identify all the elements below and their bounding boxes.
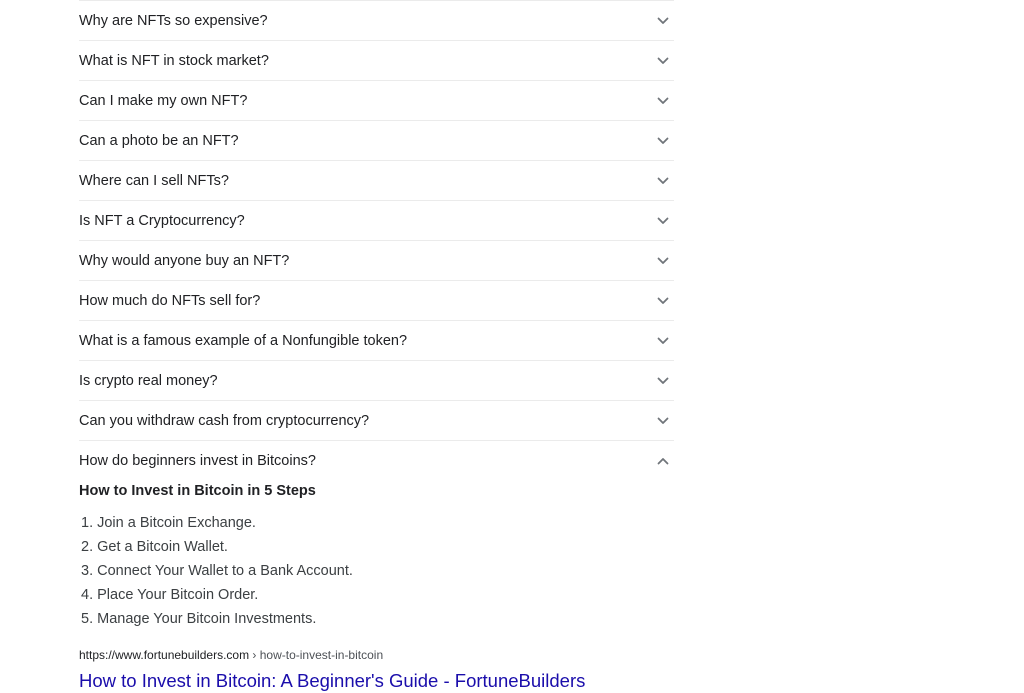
question-text: Can I make my own NFT?: [79, 92, 248, 109]
answer-title: How to Invest in Bitcoin in 5 Steps: [79, 483, 316, 499]
chevron-up-icon[interactable]: [656, 454, 670, 468]
answer-step: 3. Connect Your Wallet to a Bank Account…: [81, 563, 353, 579]
answer-step: 2. Get a Bitcoin Wallet.: [81, 539, 228, 555]
question-text: What is NFT in stock market?: [79, 52, 269, 69]
chevron-down-icon[interactable]: [656, 334, 670, 348]
source-citation[interactable]: https://www.fortunebuilders.com › how-to…: [79, 647, 674, 663]
chevron-down-icon[interactable]: [656, 254, 670, 268]
question-row[interactable]: What is NFT in stock market?: [79, 41, 674, 81]
chevron-down-icon[interactable]: [656, 294, 670, 308]
source-path: › how-to-invest-in-bitcoin: [249, 648, 384, 662]
people-also-ask: Why are NFTs so expensive? What is NFT in…: [79, 0, 674, 693]
question-row[interactable]: How do beginners invest in Bitcoins?: [79, 441, 674, 480]
chevron-down-icon[interactable]: [656, 374, 670, 388]
answer-step: 1. Join a Bitcoin Exchange.: [81, 515, 256, 531]
question-text: Is crypto real money?: [79, 372, 218, 389]
answer-steps: 1. Join a Bitcoin Exchange. 2. Get a Bit…: [79, 511, 674, 631]
question-row[interactable]: How much do NFTs sell for?: [79, 281, 674, 321]
question-row[interactable]: Where can I sell NFTs?: [79, 161, 674, 201]
question-row[interactable]: Is NFT a Cryptocurrency?: [79, 201, 674, 241]
question-row[interactable]: Why would anyone buy an NFT?: [79, 241, 674, 281]
question-row[interactable]: Is crypto real money?: [79, 361, 674, 401]
answer-step: 5. Manage Your Bitcoin Investments.: [81, 611, 317, 627]
chevron-down-icon[interactable]: [656, 414, 670, 428]
question-text: Is NFT a Cryptocurrency?: [79, 212, 245, 229]
question-list: Why are NFTs so expensive? What is NFT in…: [79, 0, 674, 480]
chevron-down-icon[interactable]: [656, 174, 670, 188]
question-text: How much do NFTs sell for?: [79, 292, 261, 309]
question-row[interactable]: Why are NFTs so expensive?: [79, 0, 674, 41]
question-text: Why are NFTs so expensive?: [79, 12, 268, 29]
chevron-down-icon[interactable]: [656, 134, 670, 148]
question-text: Why would anyone buy an NFT?: [79, 252, 290, 269]
chevron-down-icon[interactable]: [656, 14, 670, 28]
question-text: Can you withdraw cash from cryptocurrenc…: [79, 412, 370, 429]
answer-step: 4. Place Your Bitcoin Order.: [81, 587, 259, 603]
source-title-link[interactable]: How to Invest in Bitcoin: A Beginner's G…: [79, 669, 674, 693]
question-row[interactable]: Can you withdraw cash from cryptocurrenc…: [79, 401, 674, 441]
question-text: Can a photo be an NFT?: [79, 132, 239, 149]
chevron-down-icon[interactable]: [656, 94, 670, 108]
chevron-down-icon[interactable]: [656, 54, 670, 68]
question-row[interactable]: What is a famous example of a Nonfungibl…: [79, 321, 674, 361]
source-domain: https://www.fortunebuilders.com: [79, 648, 250, 662]
question-text: How do beginners invest in Bitcoins?: [79, 452, 316, 469]
question-row[interactable]: Can I make my own NFT?: [79, 81, 674, 121]
answer-panel: How to Invest in Bitcoin in 5 Steps 1. J…: [79, 480, 674, 693]
question-text: Where can I sell NFTs?: [79, 172, 229, 189]
question-row[interactable]: Can a photo be an NFT?: [79, 121, 674, 161]
question-text: What is a famous example of a Nonfungibl…: [79, 332, 408, 349]
chevron-down-icon[interactable]: [656, 214, 670, 228]
